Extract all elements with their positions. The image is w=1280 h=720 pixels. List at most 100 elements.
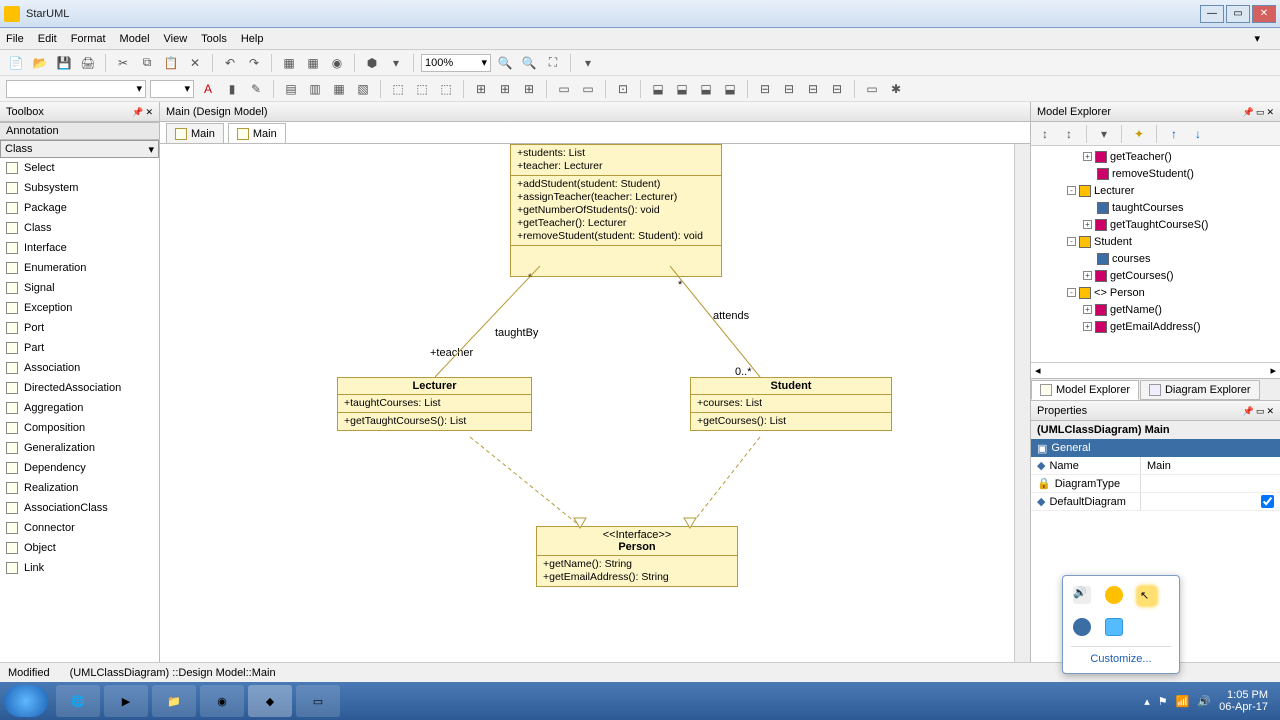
network-icon[interactable]: 📶 [1176,695,1190,708]
tree-node[interactable]: +getTeacher() [1035,148,1276,165]
align-icon[interactable]: ▥ [305,79,325,99]
tool-select[interactable]: Select [0,158,159,178]
save-icon[interactable]: 💾 [54,53,74,73]
taskbar-app-explorer[interactable]: 📁 [152,685,196,717]
tool-composition[interactable]: Composition [0,418,159,438]
tree-hscroll[interactable]: ◂▸ [1031,362,1280,378]
fillcolor-icon[interactable]: ▮ [222,79,242,99]
layout-icon[interactable]: ⬓ [696,79,716,99]
layout-icon[interactable]: ⊡ [613,79,633,99]
minimize-button[interactable]: — [1200,5,1224,23]
tool-class[interactable]: Class [0,218,159,238]
tool-package[interactable]: Package [0,198,159,218]
new-icon[interactable]: 📄 [6,53,26,73]
tray-icon[interactable] [1105,618,1123,636]
toolbox-category-annotation[interactable]: Annotation [0,122,159,140]
menu-overflow-icon[interactable]: ▾ [1254,32,1260,45]
expand-icon[interactable]: - [1067,186,1076,195]
align-icon[interactable]: ▧ [353,79,373,99]
fontcolor-icon[interactable]: A [198,79,218,99]
canvas[interactable]: +students: List +teacher: Lecturer +addS… [160,144,1030,700]
font-combo[interactable]: ▾ [6,80,146,98]
layout-icon[interactable]: ⊞ [495,79,515,99]
print-icon[interactable]: 🖨 [78,53,98,73]
tool-subsystem[interactable]: Subsystem [0,178,159,198]
prop-row-name[interactable]: ◆Name Main [1031,457,1280,475]
tool-dependency[interactable]: Dependency [0,458,159,478]
taskbar-app-chrome[interactable]: ◉ [200,685,244,717]
fontsize-combo[interactable]: ▾ [150,80,194,98]
layout-icon[interactable]: ▭ [862,79,882,99]
linecolor-icon[interactable]: ✎ [246,79,266,99]
menu-view[interactable]: View [164,33,188,45]
layout-icon[interactable]: ⊞ [471,79,491,99]
menu-edit[interactable]: Edit [38,33,57,45]
expand-icon[interactable]: + [1083,322,1092,331]
tree-node[interactable]: +getTaughtCourseS() [1035,216,1276,233]
down-icon[interactable]: ↓ [1188,124,1208,144]
menu-help[interactable]: Help [241,33,264,45]
tool-connector[interactable]: Connector [0,518,159,538]
open-icon[interactable]: 📂 [30,53,50,73]
expand-icon[interactable]: - [1067,288,1076,297]
menu-model[interactable]: Model [120,33,150,45]
tree-node[interactable]: -Student [1035,233,1276,250]
close-icon[interactable]: ✕ [1266,107,1274,117]
tool-aggregation[interactable]: Aggregation [0,398,159,418]
zoom-out-icon[interactable]: 🔍 [495,53,515,73]
volume-icon[interactable]: 🔊 [1073,586,1091,604]
tree-node[interactable]: taughtCourses [1035,199,1276,216]
tab-diagram-explorer[interactable]: Diagram Explorer [1140,380,1260,400]
tray-icon[interactable] [1073,618,1091,636]
pin-icon[interactable]: 📌 [1243,107,1254,117]
tool-interface[interactable]: Interface [0,238,159,258]
dropdown-icon[interactable]: ▾ [148,143,154,156]
tool-directedassociation[interactable]: DirectedAssociation [0,378,159,398]
maximize-icon[interactable]: ▭ [1256,406,1265,416]
tool-generalization[interactable]: Generalization [0,438,159,458]
tool-association[interactable]: Association [0,358,159,378]
model-tree[interactable]: +getTeacher()removeStudent()-Lecturertau… [1031,146,1280,362]
canvas-tab[interactable]: Main [166,123,224,143]
canvas-tab[interactable]: Main [228,123,286,143]
up-icon[interactable]: ↑ [1164,124,1184,144]
taskbar-app-staruml[interactable]: ◆ [248,685,292,717]
tree-node[interactable]: -<> Person [1035,284,1276,301]
prop-row-defaultdiagram[interactable]: ◆DefaultDiagram [1031,493,1280,511]
layout-icon[interactable]: ⬚ [412,79,432,99]
align-icon[interactable]: ▤ [281,79,301,99]
layout-icon[interactable]: ⊟ [779,79,799,99]
prop-row-diagramtype[interactable]: 🔒DiagramType [1031,475,1280,493]
redo-icon[interactable]: ↷ [244,53,264,73]
tool-associationclass[interactable]: AssociationClass [0,498,159,518]
tool-enumeration[interactable]: Enumeration [0,258,159,278]
sort-icon[interactable]: ↕ [1035,124,1055,144]
filter-icon[interactable]: ▾ [1094,124,1114,144]
scrollbar-vertical[interactable] [1014,144,1030,682]
menu-format[interactable]: Format [71,33,106,45]
flag-icon[interactable]: ⚑ [1158,695,1168,708]
uml-class-student[interactable]: Student +courses: List +getCourses(): Li… [690,377,892,431]
layout-icon[interactable]: ✱ [886,79,906,99]
tool-icon[interactable]: ▦ [303,53,323,73]
close-icon[interactable]: ✕ [1266,406,1274,416]
maximize-icon[interactable]: ▭ [1256,107,1265,117]
maximize-button[interactable]: ▭ [1226,5,1250,23]
tree-node[interactable]: courses [1035,250,1276,267]
tool-icon[interactable]: ◉ [327,53,347,73]
tool-port[interactable]: Port [0,318,159,338]
cut-icon[interactable]: ✂ [113,53,133,73]
tree-node[interactable]: +getName() [1035,301,1276,318]
menu-file[interactable]: File [6,33,24,45]
paste-icon[interactable]: 📋 [161,53,181,73]
pin-icon[interactable]: 📌 [1243,406,1254,416]
expand-icon[interactable]: + [1083,220,1092,229]
tool-icon[interactable]: ▾ [578,53,598,73]
layout-icon[interactable]: ⊟ [827,79,847,99]
tool-exception[interactable]: Exception [0,298,159,318]
properties-section-general[interactable]: ▣General [1031,439,1280,457]
layout-icon[interactable]: ⊟ [755,79,775,99]
tree-node[interactable]: removeStudent() [1035,165,1276,182]
expand-icon[interactable]: - [1067,237,1076,246]
customize-link[interactable]: Customize... [1071,646,1171,665]
